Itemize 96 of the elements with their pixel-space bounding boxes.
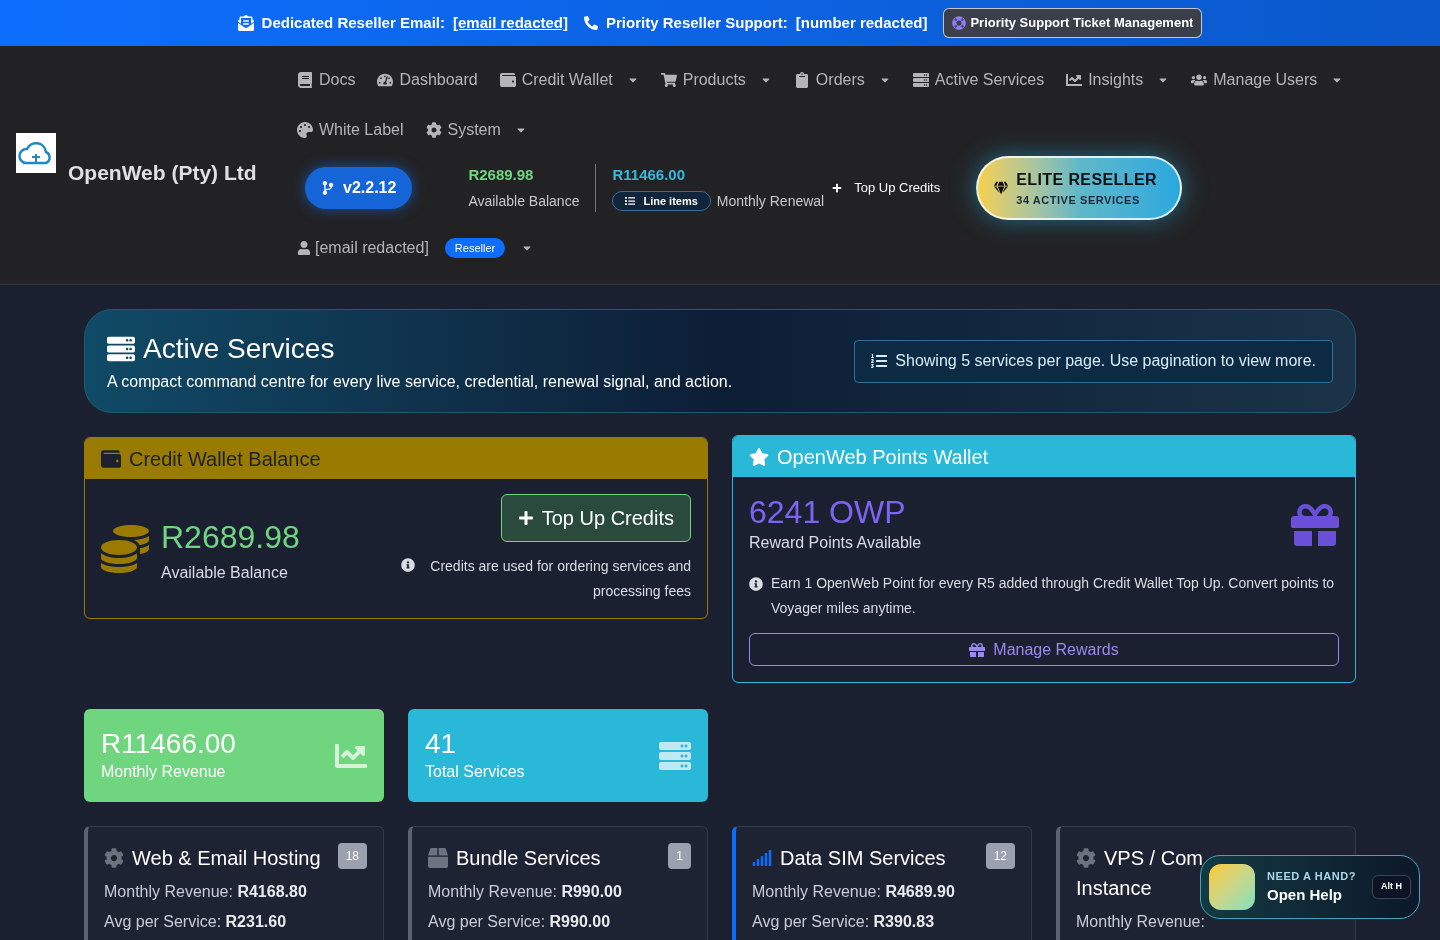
service-stat: Avg per Service: R231.60 [104, 912, 288, 932]
branch-icon [321, 181, 335, 195]
nav-link[interactable]: Dashboard [377, 68, 478, 92]
balance-label: Available Balance [468, 191, 580, 211]
user-menu[interactable]: [email redacted] [297, 236, 429, 260]
service-title-continued: Instance [1076, 876, 1153, 901]
card-title: Credit Wallet Balance [129, 446, 321, 472]
box-icon [428, 848, 448, 868]
shortcut-key: Alt H [1372, 875, 1411, 899]
service-title: Web & Email Hosting [132, 846, 321, 871]
gear-icon [1076, 848, 1096, 868]
gradient-tile-icon [1209, 864, 1255, 910]
service-title: Bundle Services [456, 846, 601, 871]
card-title: OpenWeb Points Wallet [777, 444, 989, 470]
cart-icon [660, 72, 677, 88]
nav-link[interactable]: White Label [297, 118, 404, 142]
wallet-icon [499, 72, 516, 88]
stat-value: R11466.00 [101, 727, 236, 760]
user-icon [297, 241, 311, 255]
service-stat: Monthly Revenue: R990.00 [428, 882, 623, 902]
plus-icon [832, 183, 843, 193]
nav-link[interactable]: Docs [297, 68, 356, 92]
points-label: Reward Points Available [749, 533, 922, 553]
coins-icon [101, 524, 149, 573]
nav-link[interactable]: System [425, 118, 527, 142]
service-stat: Monthly Revenue: R4168.80 [104, 882, 308, 902]
gear-icon [425, 122, 442, 138]
wallet-icon [101, 448, 121, 469]
list-icon [625, 196, 636, 207]
stat-label: Total Services [425, 761, 525, 782]
gem-icon [994, 181, 1009, 195]
elite-title: ELITE RESELLER [1016, 169, 1157, 190]
gift-icon [1291, 501, 1339, 549]
role-badge: Reseller [444, 237, 506, 259]
help-eyebrow: NEED A HAND? [1267, 868, 1356, 884]
nav-link[interactable]: Insights [1066, 68, 1170, 92]
palette-icon [297, 122, 313, 138]
email-link[interactable]: [email redacted] [453, 11, 569, 35]
manage-rewards-button[interactable]: Manage Rewards [749, 633, 1339, 666]
nav-link[interactable]: Products [660, 68, 772, 92]
line-chart-icon [1066, 72, 1083, 88]
envelope-icon [237, 15, 254, 31]
brand-name: OpenWeb (Pty) Ltd [68, 160, 257, 187]
ticket-management-button[interactable]: Priority Support Ticket Management [943, 8, 1203, 38]
stat-label: Monthly Revenue [101, 761, 227, 782]
top-up-credits-button[interactable]: Top Up Credits [500, 493, 691, 542]
count-badge: 1 [668, 843, 691, 869]
server-icon [659, 739, 691, 772]
star-icon [749, 446, 769, 467]
nav-link[interactable]: Active Services [912, 68, 1045, 92]
service-stat: Avg per Service: R990.00 [428, 912, 612, 932]
cloud-logo-icon [16, 133, 56, 173]
points-note: Earn 1 OpenWeb Point for every R5 added through Credit Wallet Top Up. Convert points to Voyager miles anytime. [771, 574, 1336, 618]
stat-value: 41 [425, 727, 458, 760]
info-icon [749, 577, 763, 591]
points-amount: 6241 OWP [749, 493, 907, 531]
count-badge: 18 [337, 843, 367, 869]
support-number: [number redacted] [795, 12, 928, 33]
lifebuoy-icon [952, 16, 967, 30]
phone-icon [584, 16, 599, 30]
book-icon [297, 72, 313, 88]
nav-link[interactable]: Orders [793, 68, 891, 92]
line-items-badge[interactable]: Line items [612, 191, 711, 212]
wallet-note: Credits are used for ordering services and processing fees [429, 556, 691, 601]
server-icon [912, 72, 929, 88]
balance-amount: R2689.98 [468, 165, 535, 186]
numbered-list-icon [871, 353, 888, 369]
service-stat: Monthly Revenue: R4689.90 [752, 882, 956, 902]
server-icon [107, 335, 135, 363]
info-icon [401, 557, 415, 572]
support-label: Priority Reseller Support: [606, 12, 788, 33]
renewal-label: Monthly Renewal [716, 191, 825, 211]
clipboard-icon [793, 72, 810, 88]
plus-icon [517, 509, 534, 526]
pagination-notice: Showing 5 services per page. Use pagination to view more. [854, 339, 1333, 383]
wallet-amount: R2689.98 [161, 517, 300, 557]
hero-subtitle: A compact command centre for every live service, credential, renewal signal, and action. [107, 372, 733, 392]
count-badge: 12 [985, 843, 1015, 869]
signal-bars-icon [752, 848, 772, 868]
renewal-amount: R11466.00 [612, 165, 686, 186]
wallet-label: Available Balance [161, 562, 289, 583]
email-label: Dedicated Reseller Email: [261, 12, 445, 33]
nav-link[interactable]: Manage Users [1191, 68, 1344, 92]
hero-title: Active Services [143, 332, 335, 366]
gear-icon [104, 848, 124, 868]
help-label: Open Help [1267, 885, 1342, 905]
top-up-link[interactable]: Top Up Credits [832, 178, 941, 198]
elite-subtitle: 34 ACTIVE SERVICES [1016, 192, 1141, 208]
service-stat: Avg per Service: R390.83 [752, 912, 936, 932]
users-icon [1191, 72, 1208, 88]
service-title: VPS / Com [1104, 846, 1203, 871]
gauge-icon [377, 72, 394, 88]
version-button[interactable]: v2.2.12 [305, 167, 413, 209]
gift-icon [969, 641, 986, 658]
service-title: Data SIM Services [780, 846, 946, 871]
nav-link[interactable]: Credit Wallet [499, 68, 639, 92]
